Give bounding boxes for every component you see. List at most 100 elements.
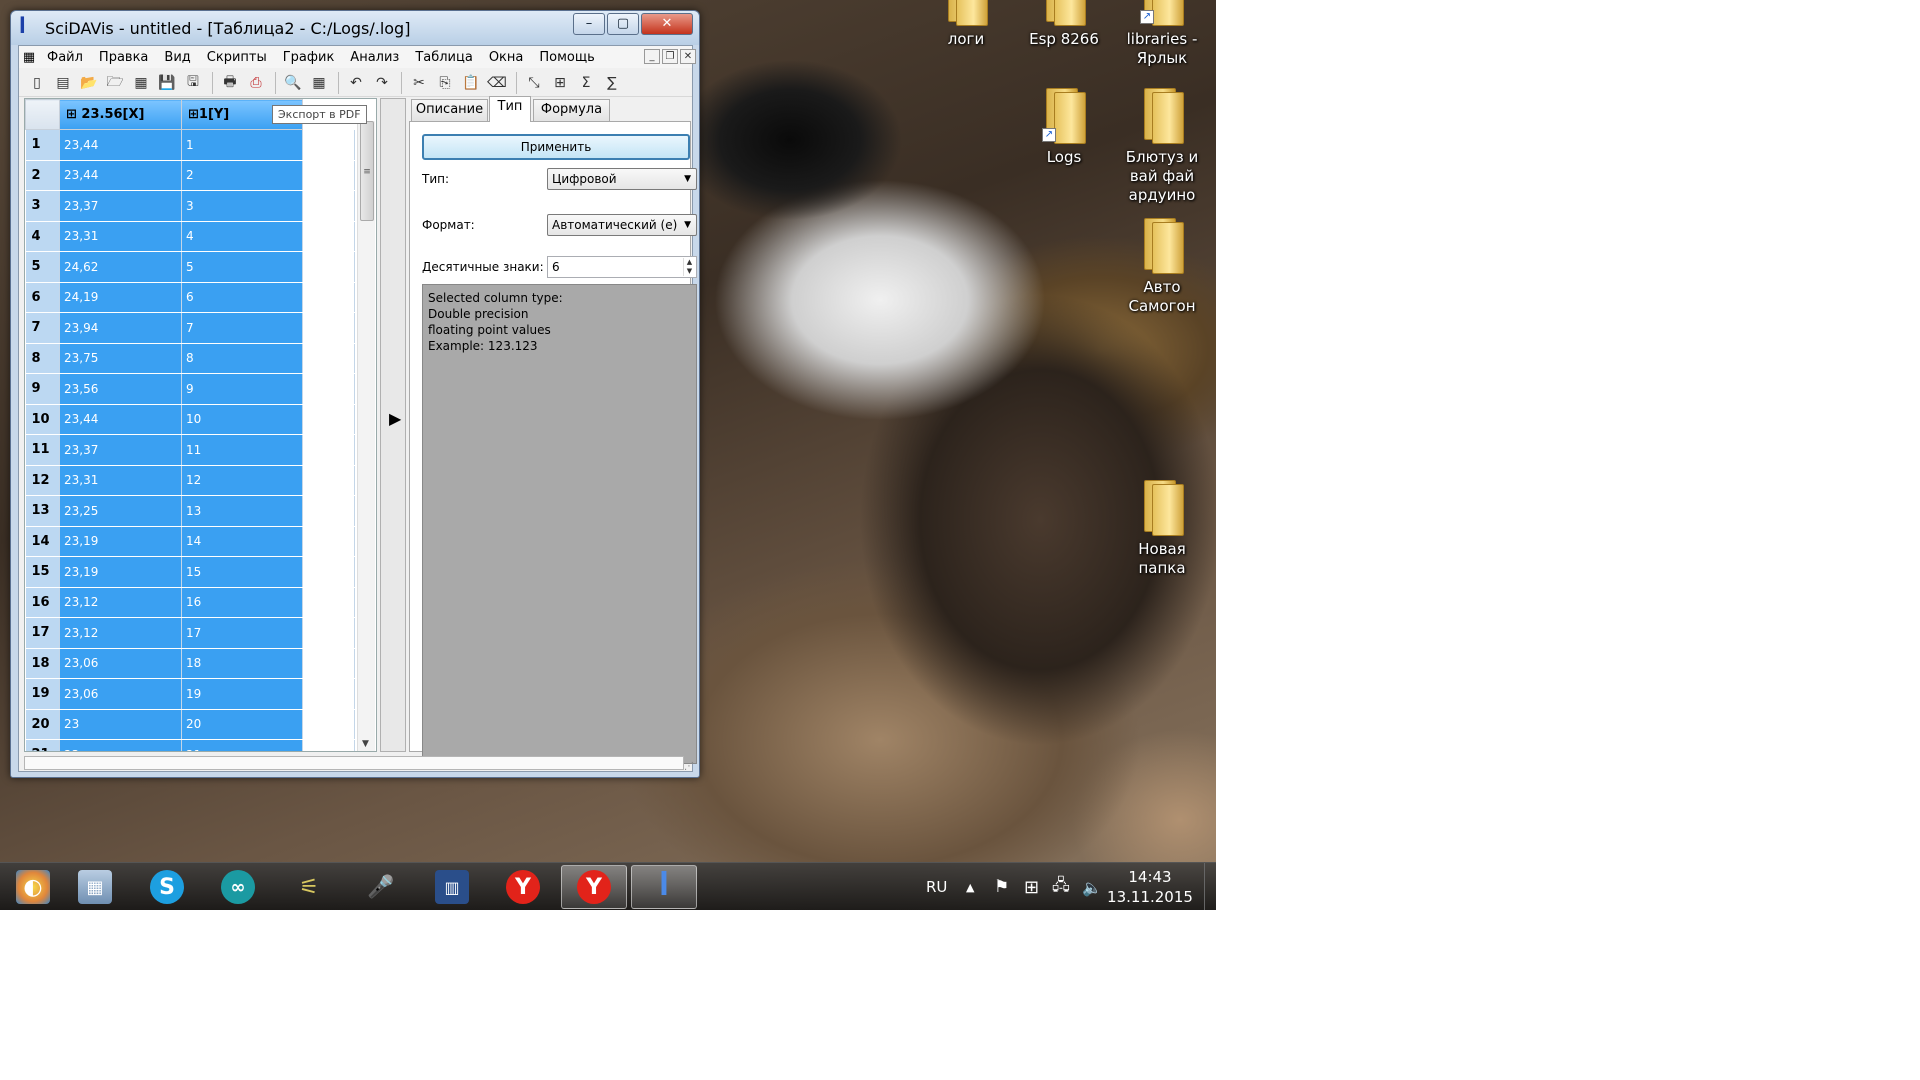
panel-splitter[interactable]: ▶	[380, 98, 406, 752]
y-value-cell[interactable]: 13	[181, 495, 303, 527]
new-table-icon[interactable]: ▤	[51, 71, 75, 95]
row-number-cell[interactable]: 5	[25, 251, 60, 283]
menu-table[interactable]: Таблица	[407, 50, 481, 65]
format-select[interactable]: Автоматический (e) ▼	[547, 214, 697, 236]
table-row[interactable]: 212321	[25, 739, 355, 751]
desktop-icon-bluetooth-wifi[interactable]: Блютуз и вай фай ардуино	[1114, 88, 1210, 205]
x-value-cell[interactable]: 23,06	[59, 678, 182, 710]
corner-header[interactable]	[25, 99, 60, 130]
mdi-close-button[interactable]: ✕	[680, 49, 696, 64]
set-values-icon[interactable]: Σ	[574, 71, 598, 95]
language-indicator[interactable]: RU	[926, 863, 947, 910]
desktop-icon-avto-samogon[interactable]: Авто Самогон	[1114, 218, 1210, 316]
spin-down-icon[interactable]: ▼	[683, 267, 695, 276]
taskbar-calculator[interactable]: ▦	[62, 865, 128, 909]
menu-edit[interactable]: Правка	[91, 50, 156, 65]
y-value-cell[interactable]: 18	[181, 648, 303, 679]
table-row[interactable]: 11 23,37 11	[25, 434, 355, 466]
y-value-cell[interactable]: 7	[181, 312, 303, 344]
desktop-icon-logs[interactable]: ↗ Logs	[1016, 88, 1112, 167]
row-number-cell[interactable]: 18	[25, 648, 60, 679]
menu-graph[interactable]: График	[275, 50, 343, 65]
cut-icon[interactable]: ✂	[407, 71, 431, 95]
table-row[interactable]: 14 23,19 14	[25, 526, 355, 557]
menu-scripts[interactable]: Скрипты	[199, 50, 275, 65]
row-number-cell[interactable]: 19	[25, 678, 60, 710]
menu-windows[interactable]: Окна	[481, 50, 532, 65]
paste-icon[interactable]: 📋	[459, 71, 483, 95]
clear-icon[interactable]: ⌫	[485, 71, 509, 95]
x-value-cell[interactable]: 23,31	[59, 465, 182, 496]
y-value-cell[interactable]: 20	[181, 709, 303, 740]
x-value-cell[interactable]: 23,19	[59, 526, 182, 557]
mdi-restore-button[interactable]: ❐	[662, 49, 678, 64]
title-bar[interactable]: ꟾ SciDAVis - untitled - [Таблица2 - C:/L…	[11, 11, 699, 45]
mdi-minimize-button[interactable]: _	[644, 49, 660, 64]
table-row[interactable]: 9 23,56 9	[25, 373, 355, 405]
x-value-cell[interactable]: 23,56	[59, 373, 182, 405]
x-value-cell[interactable]: 23,12	[59, 587, 182, 618]
table-row[interactable]: 5 24,62 5	[25, 251, 355, 283]
y-value-cell[interactable]: 21	[181, 739, 303, 751]
row-number-cell[interactable]: 4	[25, 221, 60, 252]
x-value-cell[interactable]: 23,44	[59, 160, 182, 191]
y-value-cell[interactable]: 2	[181, 160, 303, 191]
y-value-cell[interactable]: 14	[181, 526, 303, 557]
taskbar-arduino[interactable]: ∞	[205, 865, 271, 909]
row-number-cell[interactable]: 13	[25, 495, 60, 527]
taskbar-serial[interactable]: ⚟	[276, 865, 342, 909]
y-value-cell[interactable]: 5	[181, 251, 303, 283]
desktop-icon-libraries[interactable]: ↗ libraries - Ярлык	[1114, 0, 1210, 68]
tab-type[interactable]: Тип	[489, 96, 531, 122]
y-value-cell[interactable]: 15	[181, 556, 303, 588]
taskbar-yandex-2[interactable]: Y	[561, 865, 627, 909]
table-row[interactable]: 10 23,44 10	[25, 404, 355, 435]
save-icon[interactable]: 💾	[155, 71, 179, 95]
x-value-cell[interactable]: 23	[59, 739, 182, 751]
table-view-icon[interactable]: ▦	[307, 71, 331, 95]
x-value-cell[interactable]: 23,75	[59, 343, 182, 374]
table-row[interactable]: 2 23,44 2	[25, 160, 355, 191]
show-desktop-button[interactable]	[1204, 863, 1216, 910]
taskbar-microphone[interactable]: 🎤	[348, 865, 414, 909]
row-number-cell[interactable]: 9	[25, 373, 60, 405]
x-value-cell[interactable]: 23,94	[59, 312, 182, 344]
table-row[interactable]: 16 23,12 16	[25, 587, 355, 618]
taskbar-board-app[interactable]: ▥	[419, 865, 485, 909]
table-row[interactable]: 18 23,06 18	[25, 648, 355, 679]
table-row[interactable]: 1 23,44 1	[25, 129, 355, 161]
row-number-cell[interactable]: 21	[25, 739, 60, 751]
y-value-cell[interactable]: 19	[181, 678, 303, 710]
y-value-cell[interactable]: 16	[181, 587, 303, 618]
expand-arrow-icon[interactable]: ▶	[389, 409, 401, 428]
x-value-cell[interactable]: 24,62	[59, 251, 182, 283]
decimals-spinbox[interactable]: 6 ▲ ▼	[547, 256, 697, 278]
x-value-cell[interactable]: 23,37	[59, 190, 182, 222]
clock[interactable]: 14:43 13.11.2015	[1100, 867, 1200, 907]
x-value-cell[interactable]: 23,37	[59, 434, 182, 466]
scrollbar-thumb[interactable]: ≡	[360, 121, 374, 221]
y-value-cell[interactable]: 9	[181, 373, 303, 405]
row-number-cell[interactable]: 6	[25, 282, 60, 313]
menu-file[interactable]: Файл	[39, 50, 91, 65]
y-value-cell[interactable]: 8	[181, 343, 303, 374]
taskbar-skype[interactable]: S	[134, 865, 200, 909]
statistics-icon[interactable]: ∑	[600, 71, 624, 95]
row-number-cell[interactable]: 14	[25, 526, 60, 557]
table-row[interactable]: 6 24,19 6	[25, 282, 355, 313]
volume-icon[interactable]: 🔈	[1082, 863, 1102, 910]
table-window-icon[interactable]: ▦	[19, 50, 39, 65]
y-value-cell[interactable]: 10	[181, 404, 303, 435]
y-value-cell[interactable]: 6	[181, 282, 303, 313]
vertical-scrollbar[interactable]: ≡ ▼	[357, 121, 375, 751]
redo-icon[interactable]: ↷	[370, 71, 394, 95]
y-value-cell[interactable]: 12	[181, 465, 303, 496]
menu-analysis[interactable]: Анализ	[342, 50, 407, 65]
row-number-cell[interactable]: 17	[25, 617, 60, 649]
row-number-cell[interactable]: 10	[25, 404, 60, 435]
table-row[interactable]: 4 23,31 4	[25, 221, 355, 252]
x-value-cell[interactable]: 23,06	[59, 648, 182, 679]
row-number-cell[interactable]: 15	[25, 556, 60, 588]
tab-formula[interactable]: Формула	[533, 99, 610, 121]
row-number-cell[interactable]: 7	[25, 312, 60, 344]
